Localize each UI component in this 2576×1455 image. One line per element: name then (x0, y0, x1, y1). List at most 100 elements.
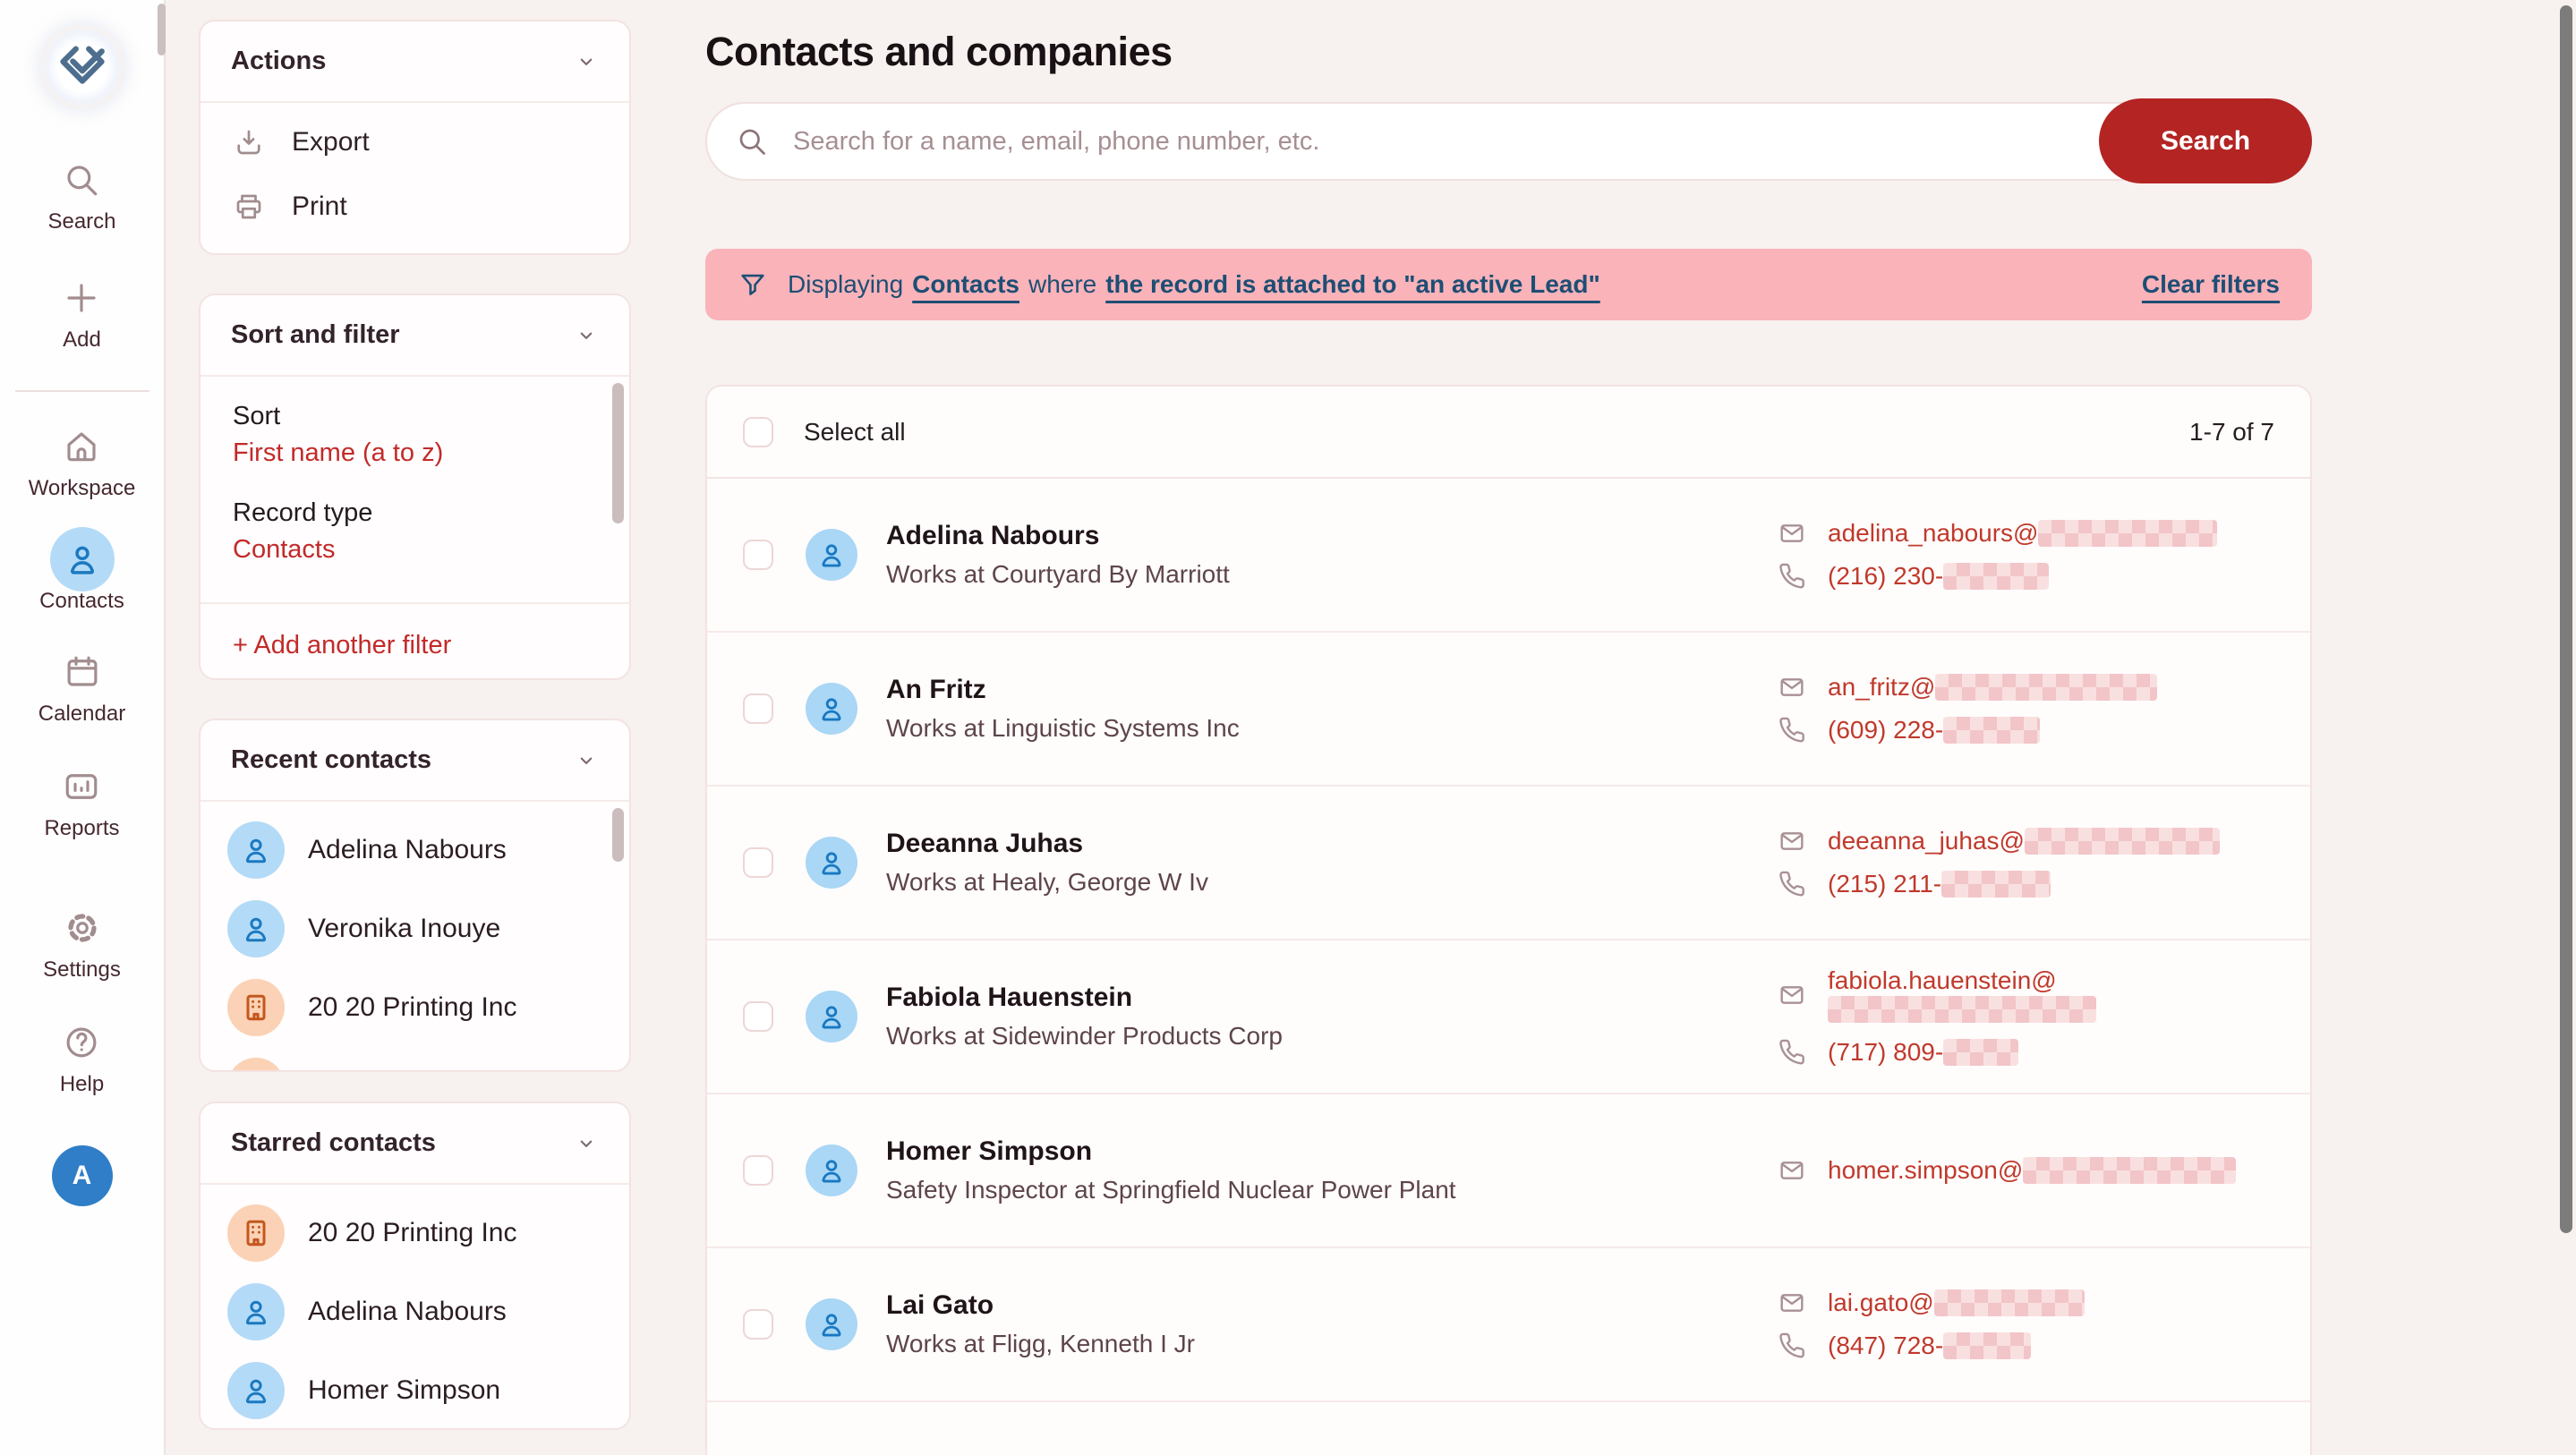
sidebar-item-calendar[interactable]: Calendar (38, 653, 125, 727)
actions-panel-header[interactable]: Actions (200, 21, 629, 101)
contact-name[interactable]: Adelina Nabours (886, 521, 1230, 551)
avatar-icon (240, 1070, 272, 1072)
row-checkbox[interactable] (743, 693, 773, 724)
page-title: Contacts and companies (705, 29, 2312, 75)
sort-label: Sort (233, 402, 597, 431)
person-avatar (806, 991, 857, 1042)
page-scrollbar[interactable] (2560, 5, 2572, 1233)
select-all-label: Select all (804, 418, 906, 447)
person-icon (64, 540, 101, 578)
table-row[interactable]: Homer Simpson Safety Inspector at Spring… (707, 1094, 2310, 1248)
mini-label: Veronika Inouye (308, 914, 500, 944)
list-item[interactable]: 20 20 Printing Inc (200, 968, 629, 1047)
list-item[interactable]: Adelina Nabours (200, 811, 629, 889)
table-row[interactable]: Lai Gato Works at Fligg, Kenneth I Jr la… (707, 1248, 2310, 1402)
list-item[interactable]: Adelina Nabours (200, 1272, 629, 1351)
app-logo[interactable] (40, 25, 124, 109)
row-checkbox[interactable] (743, 540, 773, 570)
row-checkbox[interactable] (743, 847, 773, 878)
rail-scrollbar[interactable] (158, 4, 166, 55)
mini-avatar (227, 979, 285, 1036)
sort-filter-panel-header[interactable]: Sort and filter (200, 295, 629, 375)
row-checkbox[interactable] (743, 1309, 773, 1340)
contact-name[interactable]: An Fritz (886, 675, 1240, 705)
row-checkbox[interactable] (743, 1001, 773, 1032)
lead-filter-link[interactable]: the record is attached to "an active Lea… (1105, 270, 1600, 299)
contact-phone-link[interactable]: (717) 809- (1828, 1038, 2018, 1066)
sidebar-item-add[interactable]: Add (63, 279, 101, 353)
email-line: adelina_nabours@ (1778, 519, 2274, 548)
list-item[interactable]: Homer Simpson (200, 1351, 629, 1430)
actions-panel: Actions Export Print (199, 20, 631, 255)
sort-value-link[interactable]: First name (a to z) (233, 438, 597, 468)
phone-icon (1778, 1332, 1806, 1360)
contacts-list-panel: Select all 1-7 of 7 Adelina Nabours Work… (705, 385, 2312, 1455)
sidebar-item-contacts[interactable]: Contacts (39, 540, 124, 614)
sidebar-item-search[interactable]: Search (47, 161, 115, 234)
chevron-down-icon[interactable] (574, 49, 599, 74)
starred-contacts-header[interactable]: Starred contacts (200, 1103, 629, 1183)
contact-name[interactable]: Fabiola Hauenstein (886, 983, 1283, 1013)
sidebar-item-settings[interactable]: Settings (43, 909, 121, 983)
panel-scrollbar[interactable] (612, 383, 624, 523)
mail-icon (1778, 673, 1806, 702)
chevron-down-icon[interactable] (574, 323, 599, 348)
list-item[interactable]: 20 20 Printing Inc (200, 1194, 629, 1272)
contact-phone-text: (847) 728- (1828, 1332, 1943, 1359)
mini-avatar (227, 1204, 285, 1262)
contact-phone-link[interactable]: (847) 728- (1828, 1332, 2031, 1359)
mini-avatar (227, 821, 285, 879)
select-all-checkbox[interactable] (743, 417, 773, 447)
add-filter-button[interactable]: + Add another filter (200, 604, 629, 680)
sidebar-item-label: Workspace (29, 476, 136, 501)
table-row[interactable]: Fabiola Hauenstein Works at Sidewinder P… (707, 940, 2310, 1094)
contact-email-text: fabiola.hauenstein@ (1828, 966, 2057, 994)
record-type-value-link[interactable]: Contacts (233, 535, 597, 565)
email-redacted (2023, 1157, 2236, 1184)
contacts-filter-link[interactable]: Contacts (912, 270, 1019, 299)
contact-name[interactable]: Lai Gato (886, 1290, 1195, 1321)
sidebar-item-help[interactable]: Help (60, 1024, 104, 1097)
person-icon (816, 540, 847, 570)
sidebar-item-workspace[interactable]: Workspace (29, 428, 136, 501)
person-icon (816, 1155, 847, 1186)
table-row[interactable]: Deeanna Juhas Works at Healy, George W I… (707, 787, 2310, 940)
chevron-down-icon[interactable] (574, 748, 599, 773)
person-avatar (806, 683, 857, 735)
contact-email-link[interactable]: deeanna_juhas@ (1828, 827, 2220, 855)
recent-contacts-header[interactable]: Recent contacts (200, 720, 629, 800)
row-checkbox[interactable] (743, 1155, 773, 1186)
table-row[interactable]: An Fritz Works at Linguistic Systems Inc… (707, 633, 2310, 787)
search-button[interactable]: Search (2099, 98, 2312, 183)
contact-phone-link[interactable]: (215) 211- (1828, 870, 2051, 898)
contact-email-link[interactable]: lai.gato@ (1828, 1289, 2085, 1316)
print-button[interactable]: Print (200, 182, 629, 253)
email-redacted (1934, 1289, 2085, 1316)
clear-filters-link[interactable]: Clear filters (2142, 270, 2280, 299)
contact-phone-link[interactable]: (216) 230- (1828, 562, 2049, 590)
contact-name[interactable]: Homer Simpson (886, 1136, 1456, 1167)
contact-email-link[interactable]: homer.simpson@ (1828, 1156, 2236, 1184)
mail-icon (1778, 827, 1806, 855)
filter-banner: Displaying Contacts where the record is … (705, 249, 2312, 320)
search-input[interactable] (705, 102, 2312, 181)
user-avatar[interactable]: A (52, 1145, 113, 1206)
list-item[interactable]: Veronika Inouye (200, 889, 629, 968)
table-row[interactable]: Adelina Nabours Works at Courtyard By Ma… (707, 479, 2310, 633)
list-item[interactable]: C 4 Network Inc (200, 1047, 629, 1072)
contact-email-link[interactable]: adelina_nabours@ (1828, 519, 2217, 547)
contact-phone-link[interactable]: (609) 228- (1828, 716, 2040, 744)
contact-name[interactable]: Deeanna Juhas (886, 829, 1208, 859)
contact-phone-text: (216) 230- (1828, 562, 1943, 590)
contact-email-link[interactable]: an_fritz@ (1828, 673, 2157, 701)
sidebar-item-reports[interactable]: Reports (44, 768, 119, 841)
chevron-down-icon[interactable] (574, 1131, 599, 1156)
email-line: lai.gato@ (1778, 1289, 2274, 1317)
contact-subtitle: Works at Courtyard By Marriott (886, 560, 1230, 589)
logo-check-icon (56, 41, 108, 93)
panel-scrollbar[interactable] (612, 808, 624, 862)
printer-icon (233, 191, 265, 223)
panel-title: Starred contacts (231, 1128, 436, 1158)
export-button[interactable]: Export (200, 103, 629, 182)
contact-email-link[interactable]: fabiola.hauenstein@ (1828, 966, 2096, 1023)
